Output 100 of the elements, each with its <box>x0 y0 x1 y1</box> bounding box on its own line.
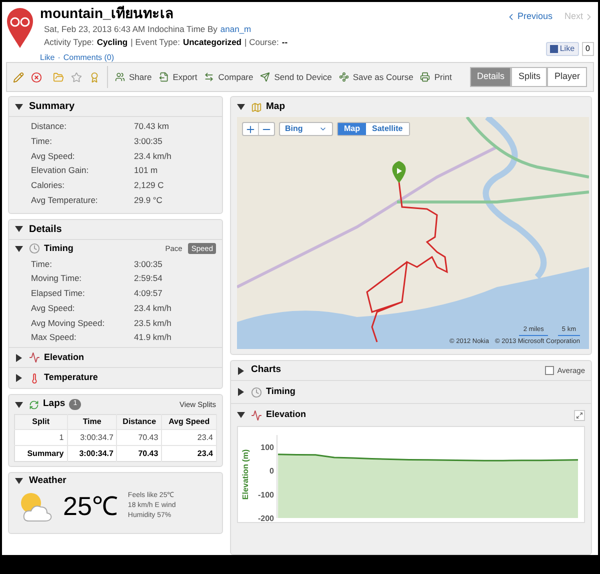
y-axis-title: Elevation (m) <box>241 449 250 500</box>
collapse-triangle-icon[interactable] <box>237 103 247 111</box>
stat-label: Moving Time: <box>31 272 83 285</box>
course-value: -- <box>282 36 288 49</box>
course-label: | Course: <box>244 36 279 49</box>
send-icon <box>260 72 270 82</box>
plus-icon <box>245 124 256 134</box>
stat-value: 29.9 °C <box>134 194 162 206</box>
stat-label: Elapsed Time: <box>31 287 86 300</box>
stat-label: Avg Speed: <box>31 150 76 162</box>
stat-label: Time: <box>31 258 53 270</box>
stat-value: 3:00:35 <box>134 134 162 148</box>
caret-icon <box>319 125 327 133</box>
panel-title: Laps <box>43 397 66 412</box>
column-header: Distance <box>116 414 162 430</box>
stat-label: Avg Speed: <box>31 302 76 314</box>
section-title: Elevation <box>266 408 306 422</box>
previous-link[interactable]: Previous <box>506 10 552 24</box>
arrows-icon <box>204 72 214 82</box>
stat-value: 23.5 km/h <box>134 316 172 330</box>
event-type-label: | Event Type: <box>130 36 180 49</box>
provider-dropdown[interactable]: Bing <box>279 122 333 136</box>
panel-title: Charts <box>251 363 282 378</box>
stat-value: 3:00:35 <box>134 258 162 270</box>
activity-type: Cycling <box>96 36 128 49</box>
stat-label: Avg Moving Speed: <box>31 316 106 330</box>
table-cell: 70.43 <box>116 446 162 462</box>
close-icon[interactable] <box>31 72 42 82</box>
toolbar-button[interactable]: Print <box>420 70 452 84</box>
author-link[interactable]: anan_m <box>220 23 252 36</box>
users-icon <box>115 72 125 82</box>
event-type: Uncategorized <box>182 36 242 49</box>
stat-label: Time: <box>31 134 53 148</box>
stat-label: Avg Temperature: <box>31 194 99 206</box>
like-count: 0 <box>582 42 594 56</box>
collapse-triangle-icon[interactable] <box>15 225 25 233</box>
clock-icon <box>29 243 40 254</box>
y-tick-label: -200 <box>258 514 274 522</box>
stat-value: 2:59:54 <box>134 272 162 285</box>
stat-value: 70.43 km <box>134 120 169 133</box>
printer-icon <box>420 72 430 82</box>
y-tick-label: -100 <box>258 490 274 500</box>
view-tab[interactable]: Player <box>547 67 587 87</box>
refresh-icon <box>29 400 39 410</box>
activity-type-label: Activity Type: <box>44 36 94 49</box>
expand-icon[interactable] <box>574 410 585 420</box>
column-header: Split <box>14 414 68 430</box>
panel-title: Details <box>29 222 62 236</box>
collapse-triangle-icon[interactable] <box>15 102 25 110</box>
like-link[interactable]: Like <box>40 52 55 64</box>
table-cell: 3:00:34.7 <box>67 446 117 462</box>
pulse-line-icon <box>29 352 40 363</box>
map-type-tab[interactable]: Satellite <box>366 123 409 135</box>
stat-label: Calories: <box>31 179 66 192</box>
view-tab[interactable]: Splits <box>511 67 548 87</box>
activity-title: mountain_เทียนทะเล <box>40 4 175 22</box>
table-cell: Summary <box>14 446 68 462</box>
collapse-triangle-icon[interactable] <box>15 244 25 252</box>
stat-value: 4:09:57 <box>134 287 162 300</box>
panel-title: Weather <box>29 474 66 488</box>
collapse-triangle-icon[interactable] <box>237 411 247 419</box>
panel-title: Summary <box>29 100 75 114</box>
toolbar-button[interactable]: Compare <box>204 70 254 84</box>
table-cell: 23.4 <box>162 430 216 446</box>
facebook-like-button[interactable]: Like <box>546 42 579 56</box>
average-checkbox[interactable] <box>545 366 554 375</box>
pencil-icon[interactable] <box>13 72 24 82</box>
stat-value: 23.4 km/h <box>134 302 172 314</box>
star-icon[interactable] <box>71 72 82 82</box>
stat-value: 41.9 km/h <box>134 331 172 344</box>
view-tab[interactable]: Details <box>470 67 512 87</box>
column-header: Time <box>67 414 117 430</box>
activity-date: Sat, Feb 23, 2013 6:43 AM Indochina Time By <box>44 23 218 36</box>
table-cell: 70.43 <box>116 430 162 446</box>
toolbar-button[interactable]: Share <box>115 70 152 84</box>
clock-icon <box>251 386 262 398</box>
collapse-triangle-icon[interactable] <box>15 477 25 485</box>
map-icon <box>251 102 262 112</box>
table-cell: 23.4 <box>162 446 216 462</box>
panel-title: Map <box>266 100 285 114</box>
stat-value: 23.4 km/h <box>134 150 172 162</box>
map-type-tab[interactable]: Map <box>338 123 366 135</box>
stat-label: Max Speed: <box>31 331 78 344</box>
toolbar-button[interactable]: Export <box>158 70 198 84</box>
table-cell: 3:00:34.7 <box>67 430 117 446</box>
collapse-triangle-icon[interactable] <box>15 400 25 408</box>
temperature-reading: 25℃ <box>63 491 118 521</box>
section-title: Timing <box>266 385 296 398</box>
file-arrow-icon <box>158 72 169 82</box>
stat-label: Elevation Gain: <box>31 164 90 177</box>
column-header: Avg Speed <box>162 414 216 430</box>
toolbar-button[interactable]: Save as Course <box>338 70 414 84</box>
stat-value: 2,129 C <box>134 179 164 192</box>
section-title: Temperature <box>44 371 98 384</box>
section-title: Elevation <box>44 350 84 364</box>
table-cell: 1 <box>14 430 68 446</box>
bike-pin-icon <box>6 7 34 49</box>
y-tick-label: 0 <box>270 466 274 476</box>
toolbar-button[interactable]: Send to Device <box>260 70 332 84</box>
comments-link[interactable]: Comments (0) <box>63 52 114 64</box>
